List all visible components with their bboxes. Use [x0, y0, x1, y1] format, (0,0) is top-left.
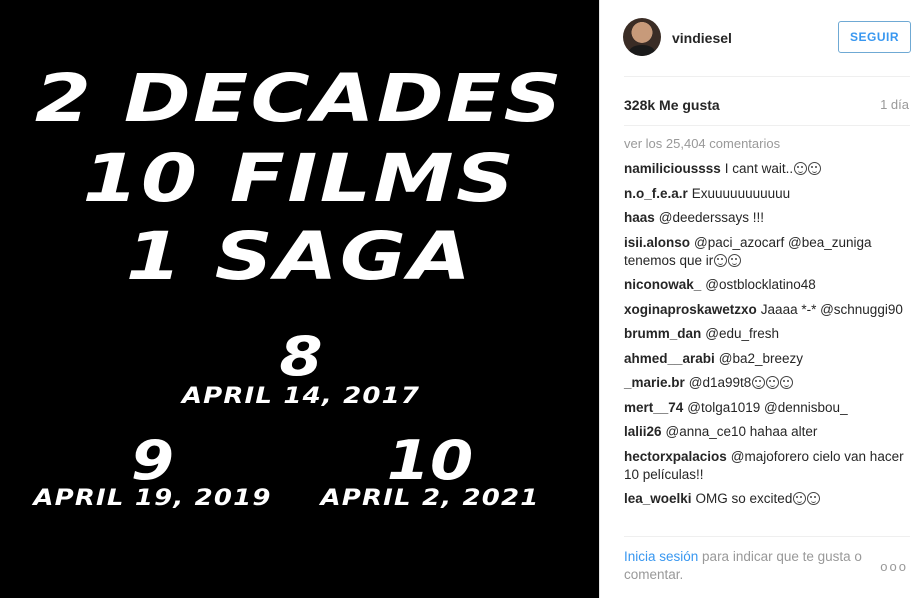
poster-line-saga: 1 SAGA: [125, 218, 474, 295]
comment-username[interactable]: brumm_dan: [624, 326, 701, 341]
comment-text: @deederssays !!!: [658, 210, 765, 225]
likes-divider: [624, 125, 910, 126]
comment-text: Jaaaa *-* @schnuggi90: [760, 301, 903, 317]
smiley-emoji-icon: [808, 162, 822, 175]
smiley-emoji-icon: [780, 376, 794, 389]
poster-line-decades: 2 DECADES: [34, 60, 565, 137]
comment-item: n.o_f.e.a.r Exuuuuuuuuuuu: [624, 185, 914, 203]
follow-button[interactable]: SEGUIR: [838, 21, 911, 53]
smiley-emoji-icon: [766, 376, 780, 389]
film-date: APRIL 14, 2017: [181, 384, 421, 409]
comment-item: lea_woelki OMG so excited: [624, 490, 914, 508]
poster-line-films: 10 FILMS: [82, 140, 517, 217]
login-link[interactable]: Inicia sesión: [624, 549, 698, 564]
comment-username[interactable]: _marie.br: [624, 375, 685, 390]
comment-username[interactable]: mert__74: [624, 400, 683, 415]
username-link[interactable]: vindiesel: [672, 30, 732, 46]
film-number: 9: [130, 429, 175, 492]
comment-text: I cant wait..: [724, 161, 794, 176]
film-date: APRIL 19, 2019: [33, 486, 272, 511]
post-image[interactable]: 2 DECADES 10 FILMS 1 SAGA 8 APRIL 14, 20…: [0, 0, 599, 598]
comment-item: brumm_dan @edu_fresh: [624, 325, 914, 343]
comment-item: namilicioussss I cant wait..: [624, 160, 914, 178]
more-options-icon[interactable]: ooo: [880, 559, 908, 574]
comment-username[interactable]: isii.alonso: [624, 235, 690, 250]
avatar[interactable]: [623, 18, 661, 56]
post-header: vindiesel SEGUIR: [600, 0, 918, 77]
comment-list: namilicioussss I cant wait.. n.o_f.e.a.r Ex…: [624, 160, 914, 515]
comment-username[interactable]: niconowak_: [624, 277, 701, 292]
comment-text: @ostblocklatino48: [705, 277, 816, 292]
film-number: 10: [386, 429, 474, 492]
comment-username[interactable]: haas: [624, 210, 655, 225]
film-10-release: 10 APRIL 2, 2021: [321, 434, 539, 510]
smiley-emoji-icon: [714, 253, 728, 267]
comment-item: xoginaproskawetzxo Jaaaa *-* @schnuggi90: [624, 301, 914, 319]
post-sidebar: vindiesel SEGUIR 328k Me gusta 1 día ver…: [599, 0, 918, 598]
comment-item: lalii26 @anna_ce10 hahaa alter: [624, 423, 914, 441]
film-number: 8: [279, 325, 323, 388]
smiley-emoji-icon: [807, 492, 821, 505]
comment-text: @d1a99t8: [688, 375, 752, 390]
likes-count[interactable]: 328k Me gusta: [624, 97, 720, 113]
footer-divider: [624, 536, 910, 537]
comment-username[interactable]: n.o_f.e.a.r: [624, 186, 688, 201]
comment-text: @tolga1019 @dennisbou_: [687, 399, 848, 415]
film-date: APRIL 2, 2021: [320, 486, 540, 511]
comment-text: @ba2_breezy: [718, 350, 804, 366]
post-time[interactable]: 1 día: [880, 97, 909, 112]
comment-username[interactable]: hectorxpalacios: [624, 449, 727, 464]
view-all-comments-link[interactable]: ver los 25,404 comentarios: [624, 136, 780, 151]
comment-text: OMG so excited: [695, 491, 793, 506]
smiley-emoji-icon: [752, 376, 766, 389]
comment-item: niconowak_ @ostblocklatino48: [624, 276, 914, 294]
comment-item: ahmed__arabi @ba2_breezy: [624, 350, 914, 368]
comment-text: @edu_fresh: [705, 326, 780, 341]
smiley-emoji-icon: [794, 162, 808, 175]
comment-text: @anna_ce10 hahaa alter: [665, 424, 818, 439]
comment-item: hectorxpalacios @majoforero cielo van hac…: [624, 448, 914, 484]
smiley-emoji-icon: [793, 492, 807, 505]
comment-username[interactable]: lalii26: [624, 424, 662, 439]
film-8-release: 8 APRIL 14, 2017: [182, 330, 419, 408]
header-divider: [624, 76, 910, 77]
comment-username[interactable]: ahmed__arabi: [624, 351, 715, 366]
comment-item: haas @deederssays !!!: [624, 209, 914, 227]
comment-username[interactable]: namilicioussss: [624, 161, 721, 176]
login-prompt: Inicia sesión para indicar que te gusta …: [624, 548, 886, 584]
comment-item: mert__74 @tolga1019 @dennisbou_: [624, 399, 914, 417]
film-9-release: 9 APRIL 19, 2019: [33, 434, 270, 510]
smiley-emoji-icon: [728, 253, 742, 267]
comment-item: isii.alonso @paci_azocarf @bea_zuniga ten…: [624, 234, 914, 270]
comment-text: Exuuuuuuuuuuu: [691, 185, 791, 201]
comment-username[interactable]: xoginaproskawetzxo: [624, 302, 757, 317]
comment-username[interactable]: lea_woelki: [624, 491, 692, 506]
comment-item: _marie.br @d1a99t8: [624, 374, 914, 392]
